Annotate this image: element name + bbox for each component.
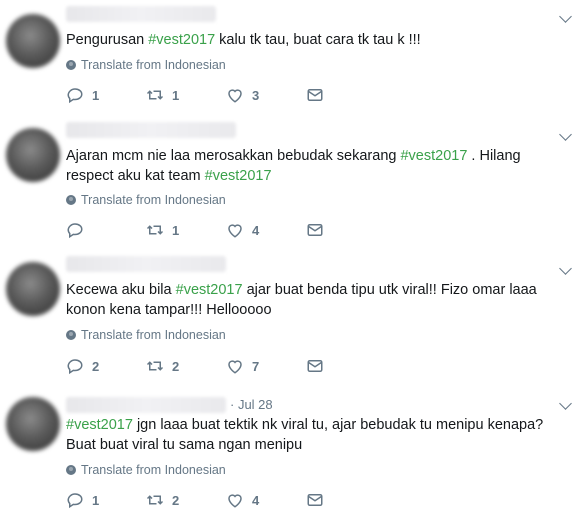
avatar[interactable]: [6, 262, 60, 316]
tweet[interactable]: Pengurusan #vest2017 kalu tk tau, buat c…: [0, 0, 584, 119]
user-name-blurred: [66, 256, 226, 272]
globe-icon: [66, 195, 76, 205]
retweet-icon: [146, 86, 164, 104]
retweet-button[interactable]: 1: [146, 86, 226, 104]
reply-icon: [66, 357, 84, 375]
retweet-count: 1: [172, 222, 180, 238]
tweet-text-segment: Pengurusan: [66, 32, 149, 48]
retweet-button[interactable]: 2: [146, 491, 226, 509]
reply-button[interactable]: 1: [66, 86, 146, 104]
avatar[interactable]: [6, 128, 60, 182]
direct-message-button[interactable]: [306, 221, 386, 239]
avatar[interactable]: [6, 397, 60, 451]
tweet[interactable]: Ajaran mcm nie laa merosakkan bebudak se…: [0, 118, 584, 251]
tweet-actions: 1 1 3: [66, 86, 386, 104]
tweet[interactable]: Kecewa aku bila #vest2017 ajar buat bend…: [0, 250, 584, 384]
reply-icon: [66, 491, 84, 509]
retweet-icon: [146, 221, 164, 239]
translate-label: Translate from Indonesian: [81, 328, 226, 342]
reply-button[interactable]: [66, 221, 146, 239]
tweet-actions: 1 4: [66, 221, 386, 239]
reply-count: 1: [92, 492, 100, 508]
heart-icon: [226, 221, 244, 239]
tweet[interactable]: · Jul 28 #vest2017 jgn laaa buat tektik …: [0, 383, 584, 516]
translate-link[interactable]: Translate from Indonesian: [66, 193, 226, 207]
like-button[interactable]: 3: [226, 86, 306, 104]
tweet-text-segment: Kecewa aku bila: [66, 282, 176, 298]
retweet-button[interactable]: 2: [146, 357, 226, 375]
chevron-down-icon[interactable]: [559, 262, 572, 275]
reply-count: 2: [92, 358, 100, 374]
tweet-text-segment: kalu tk tau, buat cara tk tau k !!!: [215, 32, 421, 48]
like-button[interactable]: 7: [226, 357, 306, 375]
globe-icon: [66, 465, 76, 475]
heart-icon: [226, 491, 244, 509]
reply-icon: [66, 86, 84, 104]
hashtag-link[interactable]: #vest2017: [148, 32, 215, 48]
tweet-text: Pengurusan #vest2017 kalu tk tau, buat c…: [66, 30, 566, 50]
like-count: 4: [252, 222, 260, 238]
like-count: 7: [252, 358, 260, 374]
like-count: 3: [252, 87, 260, 103]
tweet-text: Kecewa aku bila #vest2017 ajar buat bend…: [66, 280, 566, 320]
direct-message-button[interactable]: [306, 357, 386, 375]
retweet-icon: [146, 357, 164, 375]
reply-button[interactable]: 2: [66, 357, 146, 375]
reply-count: 1: [92, 87, 100, 103]
user-name-blurred: [66, 397, 226, 413]
reply-button[interactable]: 1: [66, 491, 146, 509]
chevron-down-icon[interactable]: [559, 128, 572, 141]
translate-link[interactable]: Translate from Indonesian: [66, 328, 226, 342]
retweet-count: 2: [172, 492, 180, 508]
like-button[interactable]: 4: [226, 491, 306, 509]
chevron-down-icon[interactable]: [559, 10, 572, 23]
user-name-blurred: [66, 122, 236, 138]
retweet-icon: [146, 491, 164, 509]
tweet-actions: 1 2 4: [66, 491, 386, 509]
globe-icon: [66, 60, 76, 70]
tweet-text-segment: jgn laaa buat tektik nk viral tu, ajar b…: [66, 417, 544, 453]
hashtag-link[interactable]: #vest2017: [205, 168, 272, 184]
translate-link[interactable]: Translate from Indonesian: [66, 58, 226, 72]
envelope-icon: [306, 86, 324, 104]
heart-icon: [226, 86, 244, 104]
hashtag-link[interactable]: #vest2017: [66, 417, 133, 433]
translate-link[interactable]: Translate from Indonesian: [66, 463, 226, 477]
avatar[interactable]: [6, 14, 60, 68]
retweet-button[interactable]: 1: [146, 221, 226, 239]
direct-message-button[interactable]: [306, 86, 386, 104]
retweet-count: 2: [172, 358, 180, 374]
tweet-text: #vest2017 jgn laaa buat tektik nk viral …: [66, 415, 566, 455]
like-count: 4: [252, 492, 260, 508]
chevron-down-icon[interactable]: [559, 397, 572, 410]
user-name-blurred: [66, 6, 216, 22]
tweet-text: Ajaran mcm nie laa merosakkan bebudak se…: [66, 146, 566, 186]
globe-icon: [66, 330, 76, 340]
envelope-icon: [306, 357, 324, 375]
translate-label: Translate from Indonesian: [81, 463, 226, 477]
tweet-text-segment: Ajaran mcm nie laa merosakkan bebudak se…: [66, 148, 401, 164]
retweet-count: 1: [172, 87, 180, 103]
heart-icon: [226, 357, 244, 375]
direct-message-button[interactable]: [306, 491, 386, 509]
tweet-date[interactable]: · Jul 28: [230, 397, 273, 412]
hashtag-link[interactable]: #vest2017: [176, 282, 243, 298]
tweet-actions: 2 2 7: [66, 357, 386, 375]
like-button[interactable]: 4: [226, 221, 306, 239]
envelope-icon: [306, 221, 324, 239]
reply-icon: [66, 221, 84, 239]
hashtag-link[interactable]: #vest2017: [400, 148, 467, 164]
translate-label: Translate from Indonesian: [81, 58, 226, 72]
translate-label: Translate from Indonesian: [81, 193, 226, 207]
envelope-icon: [306, 491, 324, 509]
